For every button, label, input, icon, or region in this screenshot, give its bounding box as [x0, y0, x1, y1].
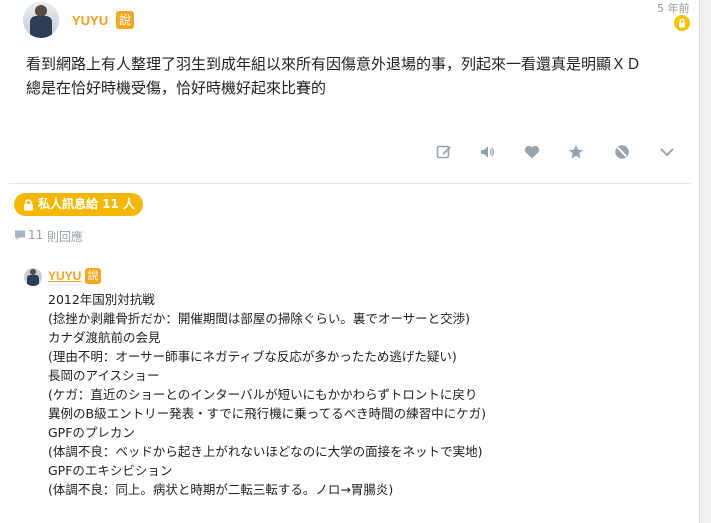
reply-line: GPFのエキシビション	[48, 463, 173, 478]
private-message-label: 私人訊息給 11 人	[38, 197, 136, 211]
lock-icon	[674, 15, 690, 31]
speaker-icon[interactable]	[479, 143, 497, 161]
reply-line: 長岡のアイスショー	[48, 368, 160, 383]
post-content: 看到網路上有人整理了羽生到成年組以來所有因傷意外退場的事，列起來一看還真是明顯Ｘ…	[26, 52, 686, 100]
reply-author-avatar[interactable]	[24, 268, 42, 286]
star-icon[interactable]	[567, 143, 585, 161]
post-time: 5 年前	[657, 2, 690, 15]
reply-line: (ケガ：直近のショーとのインターバルが短いにもかかわらずトロントに戻り	[48, 387, 478, 402]
reply-count-label: 則回應	[47, 230, 84, 244]
reply-line: (体調不良：ベッドから起き上がれないほどなのに大学の面接をネットで実地)	[48, 444, 483, 459]
post-card: YUYU 說 5 年前 看到網路上有人整理了羽生到成年組以來所有因傷意外退場的事…	[0, 0, 700, 523]
comment-icon	[15, 230, 25, 240]
reply-author-name[interactable]: YUYU	[48, 269, 81, 283]
reply-line: (体調不良：同上。病状と時期が二転三転する。ノロ→胃腸炎)	[48, 482, 394, 497]
reply-line: 2012年国別対抗戦	[48, 292, 155, 307]
author-avatar[interactable]	[23, 2, 59, 38]
reply-count-number: 11	[28, 228, 44, 242]
reply-content: 2012年国別対抗戦 (捻挫か剥離骨折だか：開催期間は部屋の掃除ぐらい。裏でオー…	[48, 290, 688, 499]
post-line: 看到網路上有人整理了羽生到成年組以來所有因傷意外退場的事，列起來一看還真是明顯Ｘ…	[26, 55, 642, 73]
reply-line: カナダ渡航前の会見	[48, 330, 161, 345]
author-name[interactable]: YUYU	[72, 13, 108, 28]
heart-icon[interactable]	[523, 143, 541, 161]
reply-line: 異例のB級エントリー発表・すでに飛行機に乗ってるべき時間の練習中にケガ)	[48, 406, 486, 421]
edit-icon[interactable]	[435, 143, 453, 161]
author-tag: 說	[116, 11, 134, 29]
reply-line: (理由不明：オーサー師事にネガティブな反応が多かったため逃げた疑い)	[48, 349, 457, 364]
private-message-button[interactable]: 私人訊息給 11 人	[14, 193, 143, 216]
reply-author-tag: 說	[85, 268, 101, 284]
reply-line: GPFのプレカン	[48, 425, 135, 440]
divider	[9, 183, 691, 184]
chevron-down-icon[interactable]	[658, 143, 676, 161]
lock-icon	[24, 199, 33, 211]
scrollbar[interactable]	[700, 0, 711, 523]
block-icon[interactable]	[613, 143, 631, 161]
reply-line: (捻挫か剥離骨折だか：開催期間は部屋の掃除ぐらい。裏でオーサーと交渉)	[48, 311, 471, 326]
post-line: 總是在恰好時機受傷，恰好時機好起來比賽的	[26, 79, 327, 97]
